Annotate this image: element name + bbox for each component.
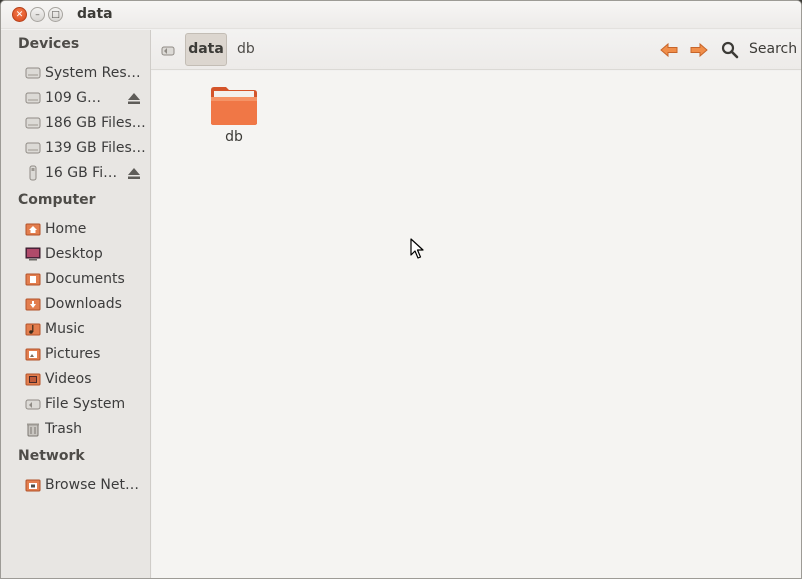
mouse-cursor-icon (410, 238, 424, 260)
sidebar-item-label: Downloads (45, 296, 122, 312)
trash-icon (25, 421, 41, 437)
folder-label: db (225, 129, 243, 145)
file-view[interactable]: db (152, 71, 801, 578)
file-manager-window: ✕ – □ data Devices System Reserved 109 G… (0, 0, 802, 579)
sidebar-item-label: 109 GB Volume (45, 90, 105, 106)
toolbar: data db Search (151, 30, 801, 70)
sidebar-item-downloads[interactable]: Downloads (25, 293, 149, 315)
drive-icon[interactable] (161, 43, 175, 57)
sidebar-item-label: Videos (45, 371, 92, 387)
sidebar-item-music[interactable]: Music (25, 318, 149, 340)
drive-icon (25, 90, 41, 106)
music-folder-icon (25, 321, 41, 337)
search-button[interactable]: Search (749, 41, 797, 57)
sidebar-item-home[interactable]: Home (25, 218, 149, 240)
forward-arrow-icon[interactable] (689, 41, 709, 59)
window-title: data (77, 6, 113, 22)
devices-header: Devices (18, 36, 80, 52)
close-window-button[interactable]: ✕ (12, 7, 27, 22)
usb-drive-icon (25, 165, 41, 181)
drive-icon (25, 115, 41, 131)
drive-icon (25, 140, 41, 156)
eject-icon[interactable] (127, 166, 141, 180)
network-header: Network (18, 448, 85, 464)
sidebar-item-pictures[interactable]: Pictures (25, 343, 149, 365)
sidebar-item-browse-network[interactable]: Browse Network (25, 474, 141, 496)
breadcrumb-data[interactable]: data (185, 33, 227, 66)
home-folder-icon (25, 221, 41, 237)
sidebar-item-label: Desktop (45, 246, 103, 262)
pictures-folder-icon (25, 346, 41, 362)
folder-item-db[interactable]: db (208, 85, 260, 145)
sidebar-item-label: Browse Network (45, 477, 141, 493)
sidebar-item-file-system[interactable]: File System (25, 393, 149, 415)
sidebar-item-139gb[interactable]: 139 GB Filesystem (25, 137, 149, 159)
sidebar-item-16gb[interactable]: 16 GB Filesystem (25, 162, 120, 184)
sidebar-item-documents[interactable]: Documents (25, 268, 149, 290)
downloads-folder-icon (25, 296, 41, 312)
sidebar-item-label: Music (45, 321, 85, 337)
sidebar-item-label: Home (45, 221, 87, 237)
eject-icon[interactable] (127, 91, 141, 105)
filesystem-icon (25, 396, 41, 412)
sidebar-item-label: 16 GB Filesystem (45, 165, 120, 181)
drive-icon (25, 65, 41, 81)
videos-folder-icon (25, 371, 41, 387)
sidebar-item-109gb[interactable]: 109 GB Volume (25, 87, 105, 109)
desktop-icon (25, 246, 41, 262)
title-bar[interactable]: ✕ – □ data (1, 1, 801, 29)
folder-icon (211, 87, 257, 125)
sidebar-item-label: Trash (45, 421, 82, 437)
sidebar-item-trash[interactable]: Trash (25, 418, 149, 440)
documents-folder-icon (25, 271, 41, 287)
sidebar-item-label: Pictures (45, 346, 101, 362)
search-icon[interactable] (721, 41, 739, 59)
sidebar-item-label: File System (45, 396, 126, 412)
maximize-window-button[interactable]: □ (48, 7, 63, 22)
sidebar-item-label: Documents (45, 271, 125, 287)
sidebar-item-system-reserved[interactable]: System Reserved (25, 62, 149, 84)
sidebar-item-186gb[interactable]: 186 GB Filesystem (25, 112, 149, 134)
breadcrumb-db[interactable]: db (237, 41, 255, 57)
computer-header: Computer (18, 192, 96, 208)
back-arrow-icon[interactable] (659, 41, 679, 59)
sidebar-item-desktop[interactable]: Desktop (25, 243, 149, 265)
minimize-window-button[interactable]: – (30, 7, 45, 22)
sidebar-item-videos[interactable]: Videos (25, 368, 149, 390)
network-icon (25, 477, 41, 493)
sidebar-item-label: System Reserved (45, 65, 149, 81)
sidebar-item-label: 186 GB Filesystem (45, 115, 149, 131)
sidebar-item-label: 139 GB Filesystem (45, 140, 149, 156)
sidebar: Devices System Reserved 109 GB Volume 18… (1, 30, 151, 578)
